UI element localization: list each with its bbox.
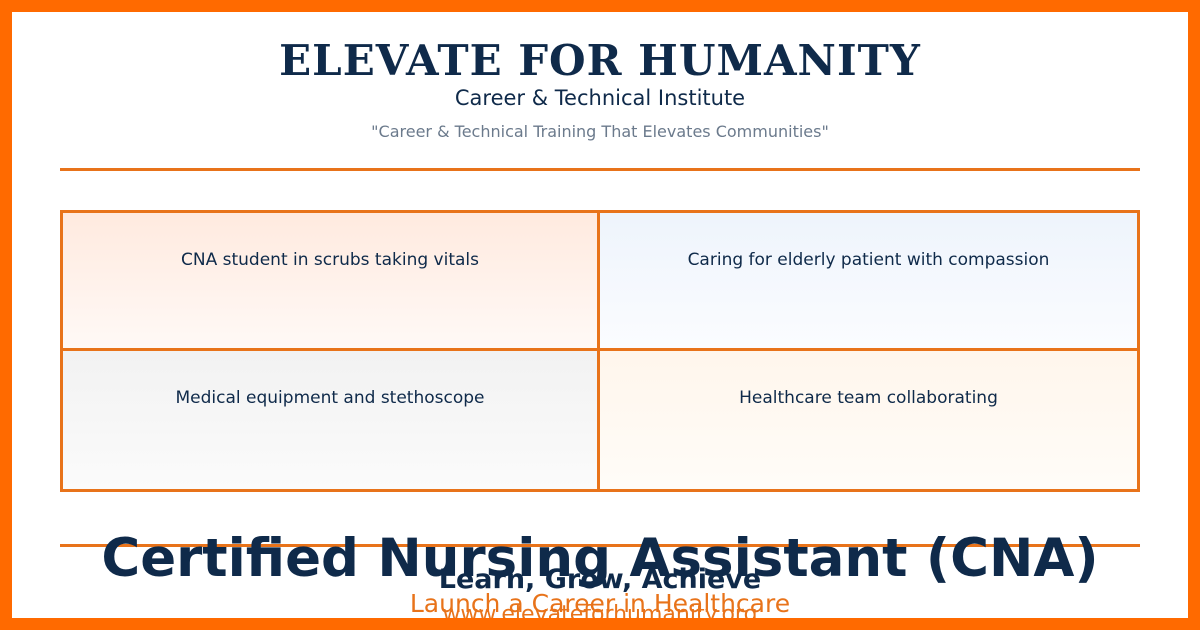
image-placeholder-vitals: CNA student in scrubs taking vitals <box>63 213 600 351</box>
image-placeholder-elderly-care: Caring for elderly patient with compassi… <box>600 213 1137 351</box>
institute-subtitle: Career & Technical Institute <box>454 86 746 110</box>
image-caption: Caring for elderly patient with compassi… <box>687 250 1050 270</box>
top-divider <box>60 168 1140 171</box>
image-grid: CNA student in scrubs taking vitals Cari… <box>60 210 1140 492</box>
image-placeholder-team: Healthcare team collaborating <box>600 351 1137 489</box>
image-placeholder-equipment: Medical equipment and stethoscope <box>63 351 600 489</box>
banner-card: ELEVATE FOR HUMANITY Career & Technical … <box>12 12 1188 618</box>
image-caption: Healthcare team collaborating <box>739 388 998 408</box>
image-caption: CNA student in scrubs taking vitals <box>181 250 479 270</box>
tagline: "Career & Technical Training That Elevat… <box>371 122 829 141</box>
image-caption: Medical equipment and stethoscope <box>175 388 485 408</box>
brand-name: ELEVATE FOR HUMANITY <box>279 36 921 85</box>
website-url: www.elevateforhumanity.org <box>442 602 758 618</box>
